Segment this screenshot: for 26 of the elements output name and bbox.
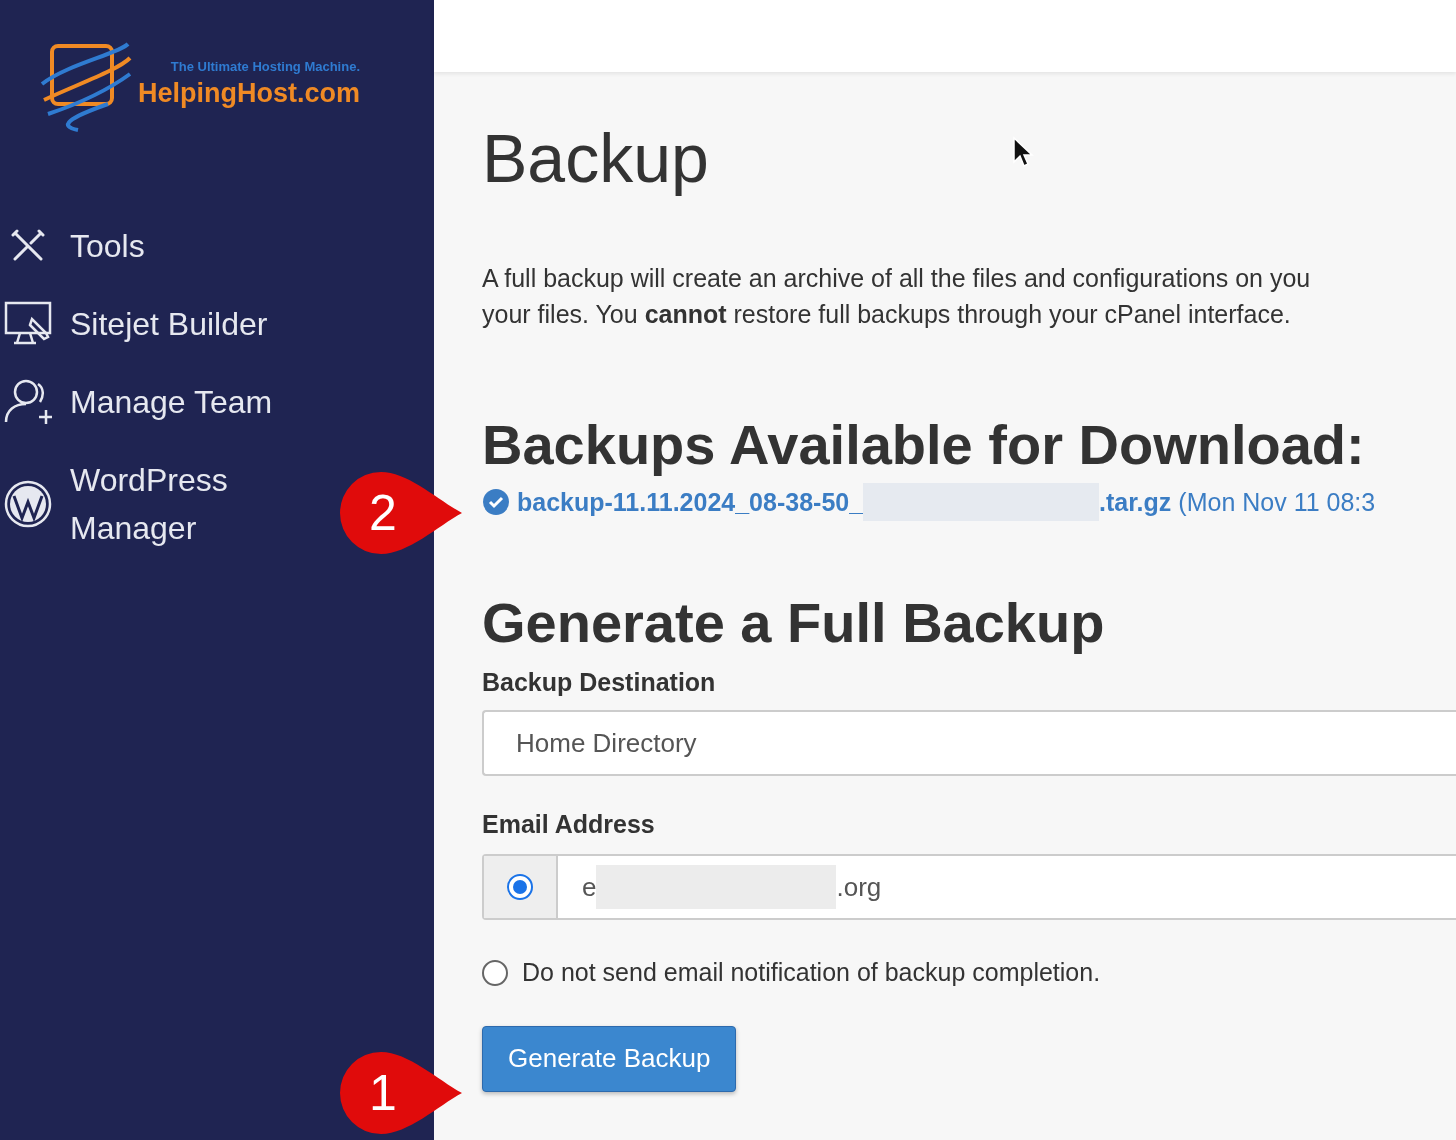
destination-select[interactable]: Home Directory xyxy=(482,710,1456,776)
backup-file-link[interactable]: .tar.gz xyxy=(1099,482,1172,522)
sidebar-item[interactable]: WordPress Manager xyxy=(0,456,300,552)
section-heading: Generate a Full Backup xyxy=(482,590,1106,656)
option-label: Do not send email notification of backup completion. xyxy=(522,957,1101,988)
logo-tagline: The Ultimate Hosting Machine. xyxy=(170,58,360,77)
intro-text: A full backup will create an archive of all the files and configurations on you xyxy=(482,263,1312,294)
section-heading: Backups Available for Download: xyxy=(482,412,1366,478)
sidebar-item[interactable]: Sitejet Builder xyxy=(0,300,268,348)
page-title: Backup xyxy=(482,119,709,198)
monitor-pencil-icon xyxy=(4,301,52,347)
callout-marker: 2 xyxy=(338,470,464,556)
field-label: Backup Destination xyxy=(482,667,717,698)
radio-button[interactable] xyxy=(482,959,508,986)
sidebar-item[interactable]: Tools xyxy=(0,222,145,270)
check-circle-icon xyxy=(482,488,510,516)
callout-marker: 1 xyxy=(338,1050,464,1136)
backup-file-link[interactable]: backup-11.11.2024_08-38-50_ xyxy=(517,482,864,522)
logo-name: HelpingHost.com xyxy=(138,76,360,110)
generate-backup-button[interactable]: Generate Backup xyxy=(482,1025,737,1092)
sidebar-item[interactable]: Manage Team xyxy=(0,378,273,426)
intro-text: your files. You cannot restore full backups through your cPanel interface. xyxy=(482,299,1292,330)
user-plus-icon xyxy=(4,378,52,426)
wordpress-icon xyxy=(4,480,52,528)
field-label: Email Address xyxy=(482,809,656,840)
backup-date: (Mon Nov 11 08:3 xyxy=(1178,487,1376,518)
